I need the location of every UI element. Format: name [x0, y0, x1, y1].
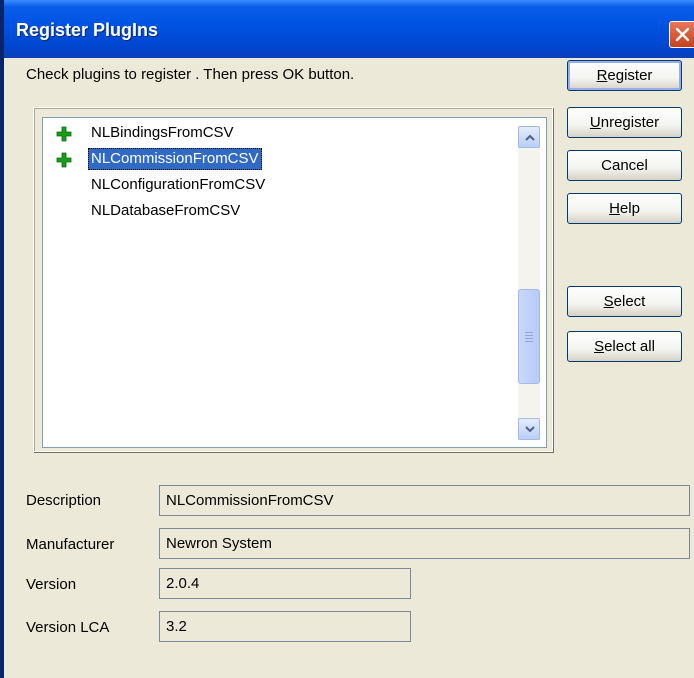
plus-icon — [56, 152, 72, 168]
instruction-text: Check plugins to register . Then press O… — [26, 66, 355, 83]
register-button[interactable]: Register — [567, 60, 682, 91]
plus-icon — [56, 126, 72, 142]
version-field: 2.0.4 — [159, 568, 411, 599]
plugin-item-label: NLConfigurationFromCSV — [91, 176, 266, 193]
plugin-item-label: NLDatabaseFromCSV — [91, 202, 241, 219]
select-all-button[interactable]: Select all — [567, 331, 682, 362]
scroll-up-button[interactable] — [518, 126, 540, 148]
version-label: Version — [26, 576, 77, 593]
scroll-thumb[interactable] — [518, 289, 540, 384]
plugin-list[interactable]: NLBindingsFromCSV NLCommissionFromCSV NL… — [42, 117, 547, 448]
manufacturer-field: Newron System — [159, 528, 690, 559]
plugin-item-label: NLCommissionFromCSV — [88, 148, 262, 170]
version-lca-field: 3.2 — [159, 611, 411, 642]
title-bar[interactable]: Register PlugIns — [4, 0, 694, 58]
plugin-item-label: NLBindingsFromCSV — [91, 124, 234, 141]
grip-line — [525, 338, 533, 339]
chevron-up-icon — [525, 134, 535, 141]
register-plugins-dialog: Register PlugIns Check plugins to regist… — [0, 0, 694, 678]
grip-line — [525, 332, 533, 333]
select-button[interactable]: Select — [567, 286, 682, 317]
grip-line — [525, 341, 533, 342]
close-button[interactable] — [669, 21, 694, 48]
plugin-list-scrollbar[interactable] — [518, 126, 540, 440]
window-title: Register PlugIns — [16, 20, 159, 40]
scroll-down-button[interactable] — [518, 418, 540, 440]
version-lca-label: Version LCA — [26, 619, 110, 636]
grip-line — [525, 335, 533, 336]
description-label: Description — [26, 492, 102, 509]
chevron-down-icon — [525, 426, 535, 433]
cancel-button[interactable]: Cancel — [567, 150, 682, 181]
help-button[interactable]: Help — [567, 193, 682, 224]
unregister-button[interactable]: Unregister — [567, 107, 682, 138]
manufacturer-label: Manufacturer — [26, 536, 115, 553]
close-icon — [675, 27, 690, 42]
description-field: NLCommissionFromCSV — [159, 485, 690, 516]
